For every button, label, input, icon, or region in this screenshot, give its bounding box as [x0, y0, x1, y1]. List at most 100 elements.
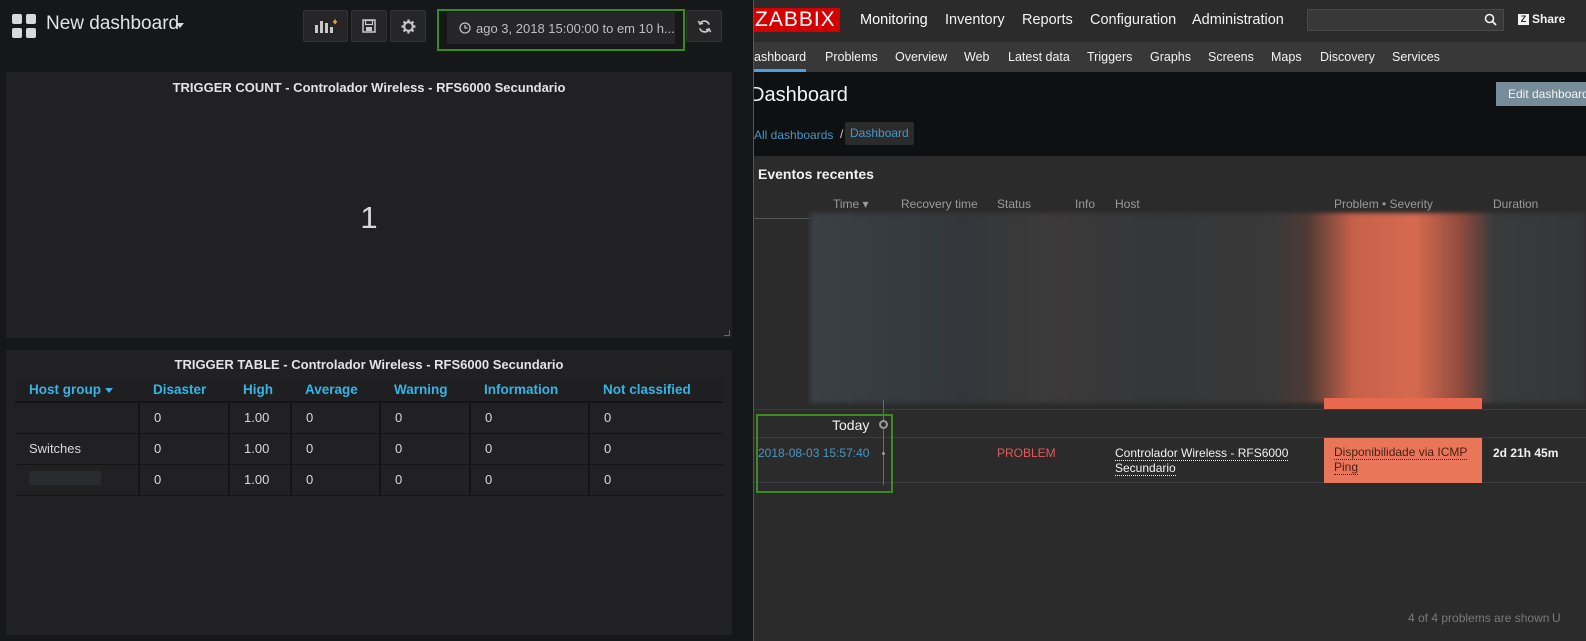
submenu-discovery[interactable]: Discovery [1320, 50, 1375, 64]
zabbix-window: ZABBIX Monitoring Inventory Reports Conf… [754, 0, 1586, 641]
column-header-not-classified[interactable]: Not classified [589, 378, 723, 403]
time-highlight-box [756, 414, 893, 493]
submenu-dashboard[interactable]: ashboard [754, 50, 806, 64]
problem-severity-cell[interactable]: Disponibilidade via ICMP Ping [1324, 438, 1482, 483]
table-row: 0 1.00 0 0 0 0 [15, 464, 723, 496]
table-cell [15, 464, 140, 496]
share-label: Share [1532, 12, 1566, 26]
column-header-disaster[interactable]: Disaster [139, 378, 229, 403]
dashboard-settings-button[interactable] [390, 10, 426, 42]
table-cell: 0 [139, 433, 230, 465]
gear-icon [400, 18, 416, 34]
panel-title[interactable]: TRIGGER TABLE - Controlador Wireless - R… [6, 357, 732, 372]
zabbix-submenu: ashboard Problems Overview Web Latest da… [754, 42, 1586, 72]
screen: New dashboard ago 3, 2018 15:00:00 to em… [0, 0, 1586, 641]
column-header-host-group[interactable]: Host group [15, 378, 139, 403]
table-cell: 0 [589, 402, 723, 434]
caret-down-icon[interactable] [176, 23, 184, 28]
search-icon[interactable] [1484, 13, 1497, 26]
status-badge: PROBLEM [997, 446, 1056, 460]
zabbix-logo[interactable]: ZABBIX [754, 8, 840, 32]
singlestat-value: 1 [360, 200, 378, 235]
share-button[interactable]: Z Share [1518, 12, 1565, 26]
menu-inventory[interactable]: Inventory [945, 12, 1005, 28]
refresh-button[interactable] [686, 10, 722, 42]
submenu-triggers[interactable]: Triggers [1087, 50, 1132, 64]
column-header-average[interactable]: Average [291, 378, 380, 403]
panel-resize-handle[interactable] [724, 330, 730, 336]
trigger-table: Host group Disaster High Average Warning… [15, 378, 723, 496]
submenu-web[interactable]: Web [964, 50, 989, 64]
zabbix-top-nav: ZABBIX Monitoring Inventory Reports Conf… [754, 0, 1586, 42]
table-cell: 0 [380, 464, 471, 496]
table-cell: 0 [470, 402, 590, 434]
submenu-overview[interactable]: Overview [895, 50, 947, 64]
time-range-label: ago 3, 2018 15:00:00 to em 10 h... [476, 20, 675, 36]
event-duration: 2d 21h 45m [1493, 446, 1559, 460]
column-header-info: Info [1075, 197, 1096, 211]
breadcrumb-all-dashboards[interactable]: All dashboards [754, 128, 833, 142]
breadcrumb-current[interactable]: Dashboard [845, 122, 914, 145]
submenu-screens[interactable]: Screens [1208, 50, 1254, 64]
grafana-window: New dashboard ago 3, 2018 15:00:00 to em… [0, 0, 753, 641]
table-header-row: Host group Disaster High Average Warning… [15, 378, 723, 403]
redacted-host-group [29, 471, 101, 485]
breadcrumb-separator: / [840, 127, 844, 141]
table-footer-cut: U [1552, 611, 1561, 625]
column-header-warning[interactable]: Warning [380, 378, 470, 403]
page-header: Dashboard Edit dashboard [754, 72, 1586, 116]
menu-reports[interactable]: Reports [1022, 12, 1073, 28]
table-cell: 0 [589, 433, 723, 465]
host-link[interactable]: Controlador Wireless - RFS6000 Secundari… [1115, 446, 1315, 476]
table-cell: 0 [139, 402, 230, 434]
table-cell: 1.00 [229, 433, 292, 465]
submenu-maps[interactable]: Maps [1271, 50, 1302, 64]
dashboard-grid-icon[interactable] [12, 14, 36, 38]
search-input[interactable] [1307, 9, 1504, 31]
table-cell [15, 402, 140, 434]
table-cell: 1.00 [229, 464, 292, 496]
column-header-time[interactable]: Time ▾ [833, 197, 869, 211]
table-cell: 1.00 [229, 402, 292, 434]
column-header-status: Status [997, 197, 1032, 211]
save-dashboard-button[interactable] [351, 10, 387, 42]
zabbix-share-icon: Z [1518, 13, 1529, 25]
menu-configuration[interactable]: Configuration [1090, 12, 1176, 28]
column-header-high[interactable]: High [229, 378, 291, 403]
add-panel-button[interactable] [303, 10, 348, 42]
grafana-navbar: New dashboard ago 3, 2018 15:00:00 to em… [0, 0, 753, 62]
table-cell: 0 [291, 402, 381, 434]
menu-administration[interactable]: Administration [1192, 12, 1284, 28]
menu-monitoring[interactable]: Monitoring [860, 12, 928, 28]
column-header-information[interactable]: Information [470, 378, 589, 403]
column-header-problem-severity: Problem • Severity [1334, 197, 1433, 211]
submenu-problems[interactable]: Problems [825, 50, 878, 64]
submenu-graphs[interactable]: Graphs [1150, 50, 1191, 64]
add-panel-icon [314, 19, 337, 33]
column-header-recovery-time: Recovery time [901, 197, 978, 211]
sort-caret-icon [105, 387, 113, 393]
column-header-duration: Duration [1493, 197, 1539, 211]
dashboard-title[interactable]: New dashboard [46, 13, 179, 35]
submenu-services[interactable]: Services [1392, 50, 1440, 64]
header-divider [754, 218, 810, 219]
submenu-latest-data[interactable]: Latest data [1008, 50, 1070, 64]
table-row: Switches 0 1.00 0 0 0 0 [15, 433, 723, 465]
edit-dashboard-button[interactable]: Edit dashboard [1496, 82, 1586, 106]
panel-title[interactable]: TRIGGER COUNT - Controlador Wireless - R… [6, 80, 732, 95]
table-row: 0 1.00 0 0 0 0 [15, 402, 723, 434]
page-title: Dashboard [754, 84, 848, 106]
column-header-host: Host [1115, 197, 1140, 211]
time-range-highlight: ago 3, 2018 15:00:00 to em 10 h... [437, 9, 685, 51]
table-cell: 0 [291, 433, 381, 465]
table-cell: Switches [15, 433, 140, 465]
redacted-problem-cell [1324, 398, 1482, 409]
trigger-count-panel[interactable]: TRIGGER COUNT - Controlador Wireless - R… [6, 72, 732, 338]
table-cell: 0 [470, 433, 590, 465]
time-range-picker[interactable]: ago 3, 2018 15:00:00 to em 10 h... [447, 12, 675, 44]
save-icon [362, 19, 376, 33]
widget-title[interactable]: Eventos recentes [758, 166, 874, 182]
clock-icon [459, 22, 471, 34]
table-cell: 0 [589, 464, 723, 496]
refresh-icon [697, 19, 711, 33]
